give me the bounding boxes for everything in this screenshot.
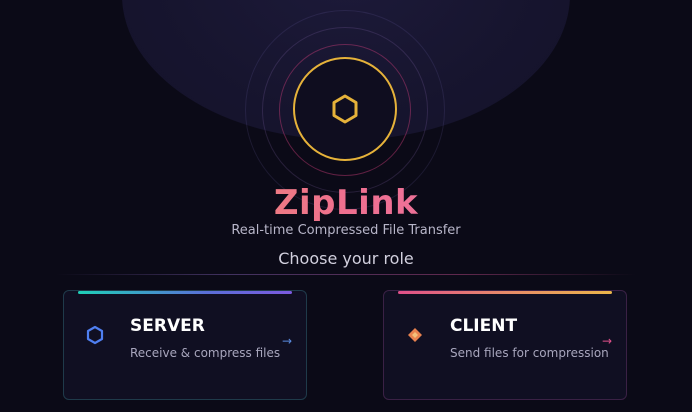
server-card-accent-bar	[78, 291, 292, 294]
divider	[56, 274, 636, 275]
hexagon-icon	[332, 94, 358, 124]
arrow-right-icon: →	[601, 334, 612, 348]
server-card-title: SERVER	[130, 316, 205, 336]
app-subtitle: Real-time Compressed File Transfer	[231, 223, 461, 238]
role-prompt: Choose your role	[278, 249, 414, 268]
hexagon-outline-icon	[85, 325, 105, 345]
client-card-accent-bar	[398, 291, 612, 294]
client-card-description: Send files for compression	[450, 346, 609, 360]
diamond-icon	[405, 325, 425, 345]
arrow-right-icon: →	[281, 334, 292, 348]
client-card-title: CLIENT	[450, 316, 518, 336]
client-role-card[interactable]: CLIENT Send files for compression →	[383, 290, 627, 400]
server-card-description: Receive & compress files	[130, 346, 281, 360]
app-logo	[293, 57, 397, 161]
app-window: ZipLink Real-time Compressed File Transf…	[0, 0, 692, 412]
server-role-card[interactable]: SERVER Receive & compress files →	[63, 290, 307, 400]
app-title: ZipLink	[0, 180, 692, 226]
